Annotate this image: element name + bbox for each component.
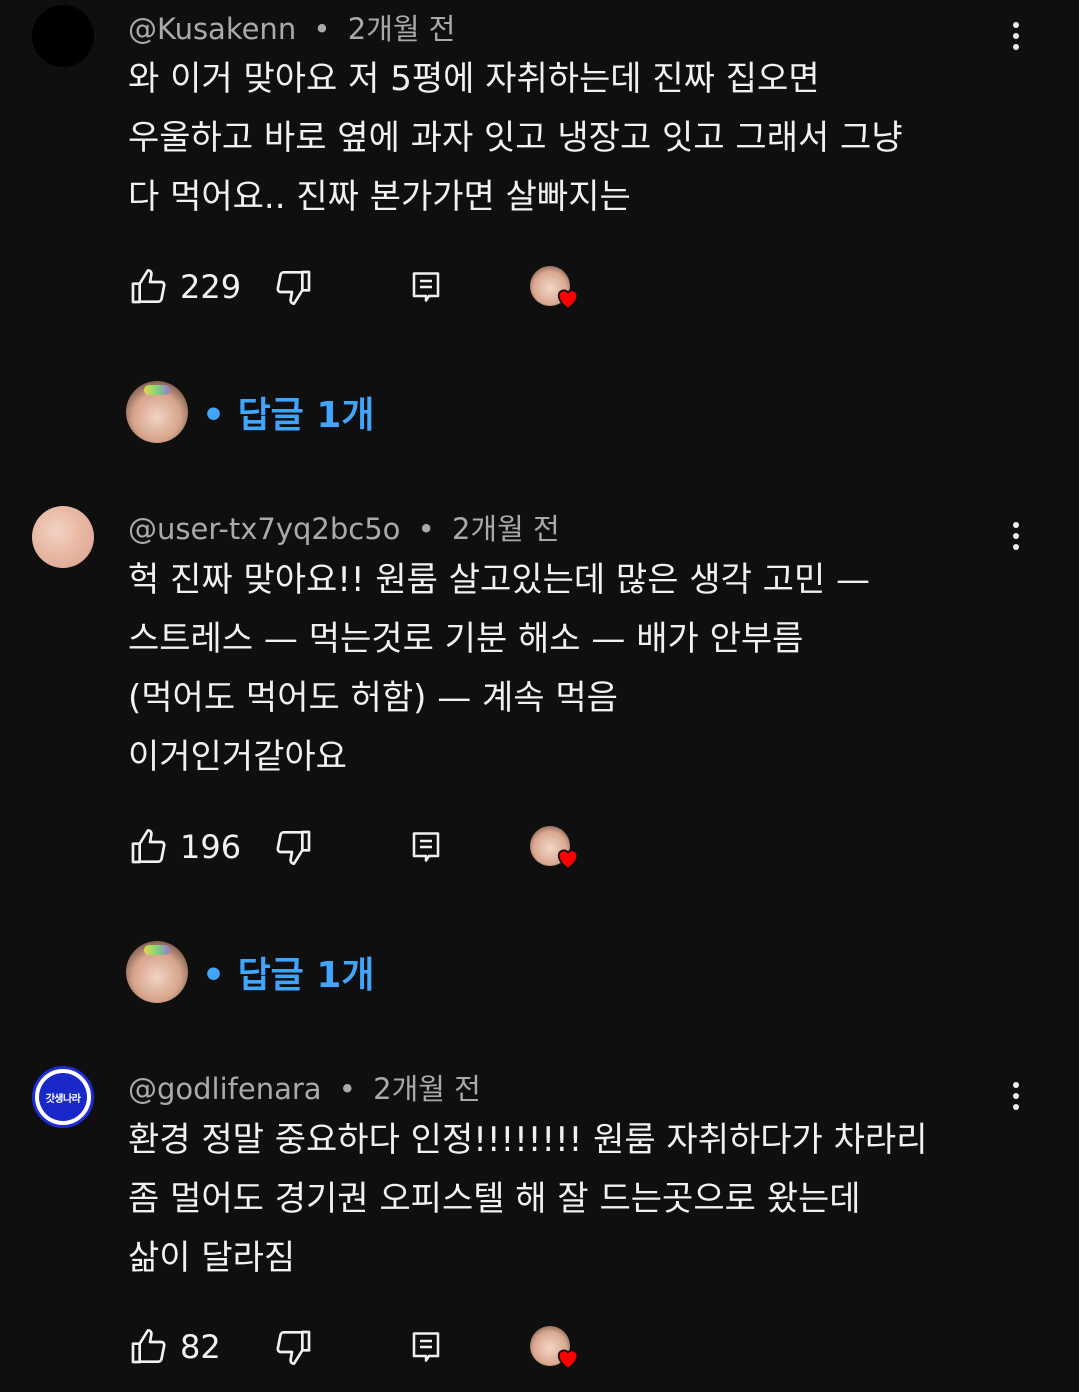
more-vert-icon[interactable]: [1004, 516, 1028, 556]
comment-line: 좀 멀어도 경기권 오피스텔 해 잘 드는곳으로 왔는데: [128, 1179, 861, 1219]
separator-dot: •: [338, 1072, 356, 1106]
comment-line: 우울하고 바로 옆에 과자 잇고 냉장고 잇고 그래서 그냥: [128, 118, 903, 158]
reply-icon: [412, 272, 440, 302]
avatar[interactable]: [32, 506, 94, 568]
dislike-button[interactable]: [274, 1322, 314, 1372]
avatar-logo-text: 갓생나라: [39, 1073, 87, 1121]
comment-actions: 229: [128, 262, 1028, 312]
like-button[interactable]: 196: [128, 822, 241, 872]
author-handle[interactable]: @user-tx7yq2bc5o: [128, 512, 400, 546]
comment-actions: 82: [128, 1322, 1028, 1372]
view-replies-button[interactable]: • 답글 1개: [126, 940, 375, 1004]
creator-heart-icon: [530, 1326, 579, 1370]
comment-line: 이거인거같아요: [128, 737, 347, 777]
view-replies-button[interactable]: • 답글 1개: [126, 380, 375, 444]
separator-dot: •: [417, 512, 435, 546]
comment-text: 환경 정말 중요하다 인정!!!!!!!! 원룸 자취하다가 차라리 좀 멀어도…: [128, 1111, 1028, 1288]
like-count: 82: [180, 1328, 221, 1366]
like-button[interactable]: 82: [128, 1322, 221, 1372]
avatar[interactable]: 갓생나라: [32, 1066, 94, 1128]
comment-actions: 196: [128, 822, 1028, 872]
avatar[interactable]: [32, 5, 94, 67]
timestamp: 2개월 전: [451, 512, 560, 546]
comment-text: 와 이거 맞아요 저 5평에 자취하는데 진짜 집오면 우울하고 바로 옆에 과…: [128, 50, 1028, 227]
reply-button[interactable]: [408, 822, 444, 872]
comment-line: 와 이거 맞아요 저 5평에 자취하는데 진짜 집오면: [128, 59, 820, 99]
replies-label: • 답글 1개: [202, 955, 375, 996]
like-icon: [131, 1329, 166, 1364]
replies-label: • 답글 1개: [202, 395, 375, 436]
comment-line: 다 먹어요.. 진짜 본가가면 살빠지는: [128, 177, 631, 217]
dislike-icon: [276, 270, 311, 305]
like-icon: [131, 269, 166, 304]
comment-line: 스트레스 — 먹는것로 기분 해소 — 배가 안부름: [128, 619, 804, 659]
like-count: 229: [180, 268, 242, 306]
separator-dot: •: [313, 12, 331, 46]
timestamp: 2개월 전: [347, 12, 456, 46]
comment-line: 환경 정말 중요하다 인정!!!!!!!! 원룸 자취하다가 차라리: [128, 1120, 928, 1160]
author-handle[interactable]: @godlifenara: [128, 1072, 322, 1106]
comment-meta: @godlifenara • 2개월 전: [128, 1066, 481, 1108]
comment-line: (먹어도 먹어도 허함) — 계속 먹음: [128, 678, 618, 718]
creator-heart-icon: [530, 266, 579, 310]
like-button[interactable]: 229: [128, 262, 241, 312]
comment-meta: @Kusakenn • 2개월 전: [128, 6, 455, 48]
author-handle[interactable]: @Kusakenn: [128, 12, 296, 46]
comment-meta: @user-tx7yq2bc5o • 2개월 전: [128, 506, 560, 548]
reply-button[interactable]: [408, 262, 444, 312]
reply-icon: [412, 832, 440, 862]
creator-heart-icon: [530, 826, 579, 870]
comment-line: 헉 진짜 맞아요!! 원룸 살고있는데 많은 생각 고민 —: [128, 560, 871, 600]
creator-avatar: [126, 381, 188, 443]
dislike-icon: [276, 1330, 311, 1365]
dislike-button[interactable]: [274, 262, 314, 312]
comment-line: 삶이 달라짐: [128, 1238, 296, 1278]
reply-button[interactable]: [408, 1322, 444, 1372]
dislike-button[interactable]: [274, 822, 314, 872]
like-icon: [131, 829, 166, 864]
like-count: 196: [180, 828, 242, 866]
timestamp: 2개월 전: [373, 1072, 481, 1106]
creator-avatar: [126, 941, 188, 1003]
comment-text: 헉 진짜 맞아요!! 원룸 살고있는데 많은 생각 고민 — 스트레스 — 먹는…: [128, 551, 1028, 787]
reply-icon: [412, 1332, 440, 1362]
more-vert-icon[interactable]: [1004, 1076, 1028, 1116]
dislike-icon: [276, 830, 311, 865]
